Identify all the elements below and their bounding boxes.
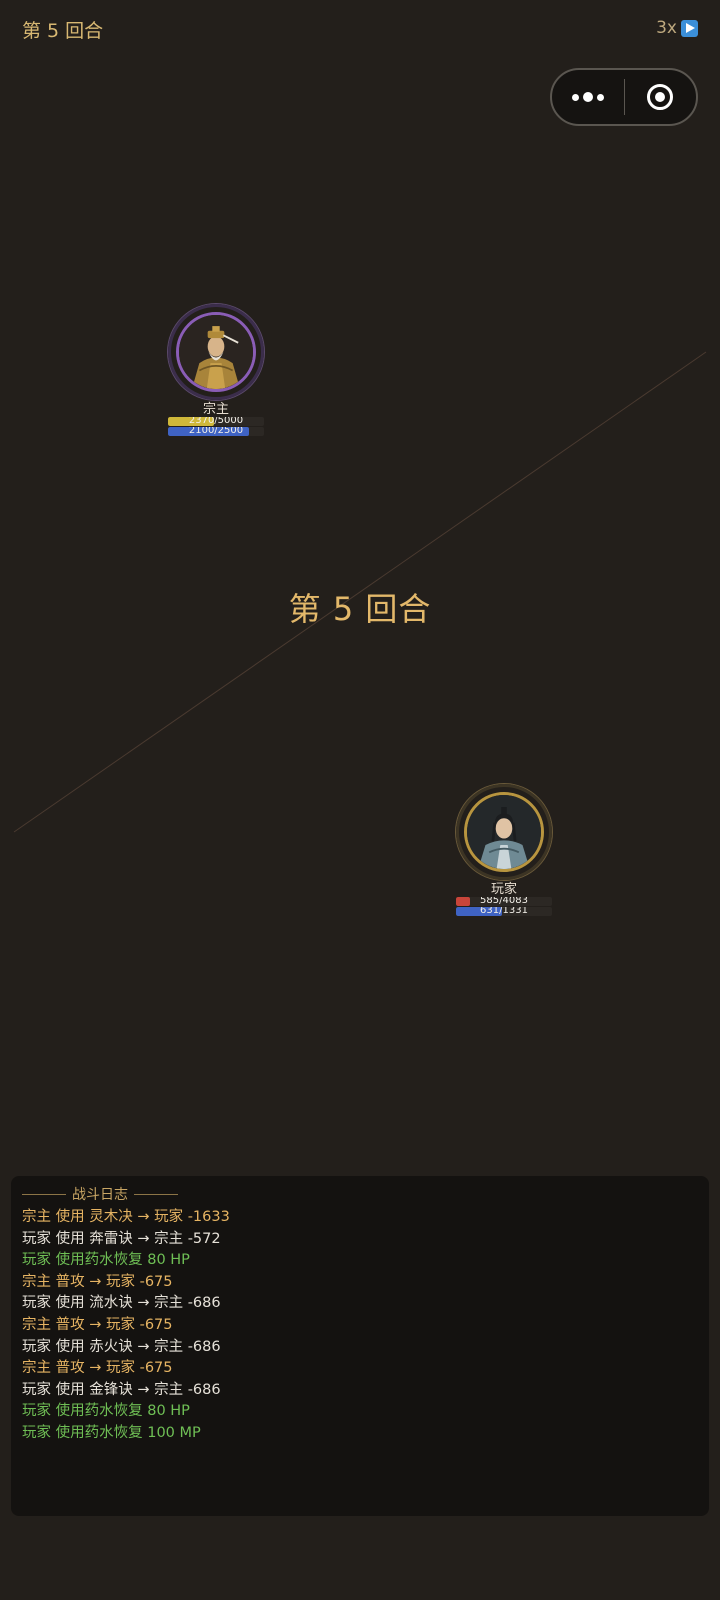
player-unit[interactable]: 玩家 585/4083 631/1331 bbox=[454, 784, 554, 917]
title-rule-left bbox=[22, 1193, 66, 1195]
battle-log-entry: 宗主 普攻 → 玩家 -675 bbox=[22, 1273, 173, 1290]
enemy-hp-bar: 2370/5000 bbox=[168, 417, 264, 426]
player-portrait[interactable] bbox=[456, 784, 552, 880]
enemy-mp-text: 2100/2500 bbox=[188, 427, 244, 436]
battle-log-entry: 宗主 使用 灵木决 → 玩家 -1633 bbox=[22, 1209, 230, 1225]
battle-log-list: 宗主 使用 灵木决 → 玩家 -1633 玩家 使用 奔雷诀 → 宗主 -572 玩… bbox=[22, 1207, 698, 1445]
battle-log-entry: 玩家 使用药水恢复 80 HP bbox=[22, 1403, 190, 1420]
enemy-name: 宗主 bbox=[202, 402, 229, 417]
battle-log-entry: 宗主 普攻 → 玩家 -675 bbox=[22, 1360, 173, 1377]
battle-log-header: 战斗日志 bbox=[22, 1184, 698, 1204]
enemy-hp-text: 2370/5000 bbox=[188, 417, 244, 426]
battle-log-entry: 宗主 普攻 → 玩家 -675 bbox=[22, 1316, 173, 1333]
player-mp-text: 631/1331 bbox=[480, 907, 528, 916]
battle-log-entry: 玩家 使用 赤火诀 → 宗主 -686 bbox=[22, 1338, 221, 1355]
battle-log-entry: 玩家 使用 流水诀 → 宗主 -686 bbox=[22, 1295, 221, 1312]
enemy-unit[interactable]: 宗主 2370/5000 2100/2500 bbox=[166, 304, 266, 437]
title-rule-right bbox=[134, 1193, 178, 1195]
player-hp-bar: 585/4083 bbox=[456, 897, 552, 906]
battle-log-entry: 玩家 使用药水恢复 80 HP bbox=[22, 1252, 190, 1269]
battle-log-entry: 玩家 使用药水恢复 100 MP bbox=[22, 1424, 201, 1441]
sect-master-avatar-icon bbox=[179, 315, 253, 389]
player-name: 玩家 bbox=[490, 882, 517, 897]
battle-log-panel[interactable]: 战斗日志 宗主 使用 灵木决 → 玩家 -1633 玩家 使用 奔雷诀 → 宗主 … bbox=[11, 1176, 709, 1516]
battle-log-entry: 玩家 使用 金锋诀 → 宗主 -686 bbox=[22, 1381, 221, 1398]
battle-log-title: 战斗日志 bbox=[72, 1187, 128, 1203]
round-banner: 第 5 回合 bbox=[288, 590, 432, 628]
enemy-mp-bar: 2100/2500 bbox=[168, 427, 264, 436]
battle-screen: 第 5 回合 3x 宗主 2370/5000 2100/2500 第 5 回合 … bbox=[0, 0, 720, 1600]
battle-log-entry: 玩家 使用 奔雷诀 → 宗主 -572 bbox=[22, 1230, 221, 1247]
player-swordsman-avatar-icon bbox=[467, 795, 541, 869]
enemy-portrait[interactable] bbox=[168, 304, 264, 400]
player-mp-bar: 631/1331 bbox=[456, 907, 552, 916]
player-hp-text: 585/4083 bbox=[480, 897, 528, 906]
